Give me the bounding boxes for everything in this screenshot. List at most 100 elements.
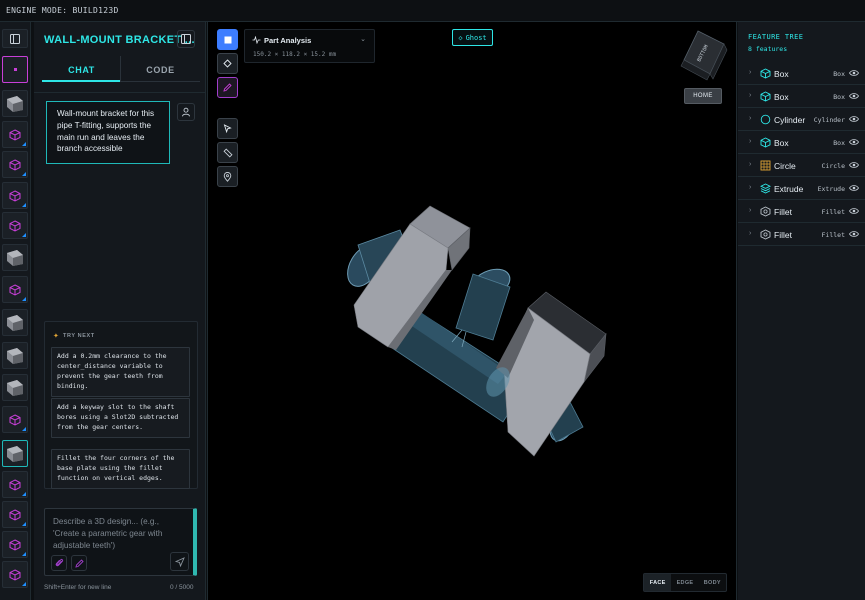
- bracket-3d-model[interactable]: [328, 192, 618, 462]
- pin-tool-button[interactable]: [217, 166, 238, 187]
- chevron-right-icon[interactable]: ›: [749, 184, 751, 191]
- select-tool-button[interactable]: [217, 118, 238, 139]
- feature-name: Fillet: [774, 207, 792, 217]
- wireframe-view-button[interactable]: [217, 53, 238, 74]
- attach-button[interactable]: [51, 555, 67, 571]
- eye-icon[interactable]: [849, 207, 859, 215]
- feature-row[interactable]: › Extrude Extrude: [738, 177, 865, 200]
- paperclip-icon: [55, 559, 63, 567]
- eye-icon[interactable]: [849, 161, 859, 169]
- mode-body[interactable]: BODY: [699, 574, 726, 591]
- view-cube[interactable]: BOTTOM: [676, 28, 730, 82]
- feature-type: Extrude: [817, 185, 845, 193]
- cube-icon: [760, 91, 771, 102]
- feature-count: 8 features: [748, 45, 788, 53]
- history-thumbnail[interactable]: [2, 212, 28, 239]
- feature-row[interactable]: › Cylinder Cylinder: [738, 108, 865, 131]
- sidebar-toggle-icon: [10, 33, 20, 44]
- history-thumbnail[interactable]: [2, 309, 28, 336]
- history-thumbnail[interactable]: [2, 374, 28, 401]
- chevron-right-icon[interactable]: ›: [749, 207, 751, 214]
- part-preview-icon: [7, 314, 23, 331]
- history-thumbnail[interactable]: [2, 471, 28, 498]
- chevron-right-icon[interactable]: ›: [749, 115, 751, 122]
- suggestion-card[interactable]: Add a keyway slot to the shaft bores usi…: [51, 398, 190, 438]
- history-thumbnail[interactable]: [2, 56, 28, 83]
- chat-code-tabs: CHAT CODE: [42, 56, 200, 82]
- eye-icon[interactable]: [849, 138, 859, 146]
- gear-icon: [760, 229, 771, 240]
- solid-view-button[interactable]: [217, 29, 238, 50]
- chevron-right-icon[interactable]: ›: [749, 69, 751, 76]
- history-thumbnail[interactable]: [2, 244, 28, 271]
- sketch-button[interactable]: [71, 555, 87, 571]
- eye-icon[interactable]: [849, 184, 859, 192]
- cube-icon: [760, 68, 771, 79]
- history-thumbnail[interactable]: [2, 561, 28, 588]
- chevron-right-icon[interactable]: ›: [749, 92, 751, 99]
- status-marker: [22, 297, 26, 301]
- ghost-toggle-button[interactable]: ◇ Ghost: [452, 29, 493, 46]
- try-next-label: TRY NEXT: [63, 333, 95, 339]
- feature-name: Cylinder: [774, 115, 806, 125]
- feature-row[interactable]: › Circle Circle: [738, 154, 865, 177]
- feature-row[interactable]: › Fillet Fillet: [738, 223, 865, 246]
- feature-name: Fillet: [774, 230, 792, 240]
- tab-chat[interactable]: CHAT: [42, 56, 121, 82]
- eye-icon[interactable]: [849, 92, 859, 100]
- feature-type: Box: [833, 70, 845, 78]
- chevron-right-icon[interactable]: ›: [749, 161, 751, 168]
- history-thumbnail[interactable]: [2, 276, 28, 303]
- history-thumbnail[interactable]: [2, 182, 28, 209]
- history-thumbnail[interactable]: [2, 342, 28, 369]
- activity-icon: [252, 36, 261, 44]
- feature-name: Circle: [774, 161, 796, 171]
- feature-name: Box: [774, 69, 789, 79]
- tab-code[interactable]: CODE: [121, 56, 200, 82]
- eye-icon[interactable]: [849, 230, 859, 238]
- mode-face[interactable]: FACE: [644, 574, 672, 591]
- try-next-suggestions: ✦ TRY NEXT Add a 0.2mm clearance to the …: [44, 321, 198, 489]
- draw-tool-button[interactable]: [217, 77, 238, 98]
- status-marker: [22, 522, 26, 526]
- 3d-viewport[interactable]: Part Analysis ⌄ 150.2 × 118.2 × 15.2 mm …: [207, 22, 737, 600]
- status-marker: [22, 582, 26, 586]
- feature-row[interactable]: › Box Box: [738, 131, 865, 154]
- part-preview-icon: [7, 347, 23, 364]
- chevron-right-icon[interactable]: ›: [749, 138, 751, 145]
- feature-type: Fillet: [821, 208, 845, 216]
- engine-mode-label: ENGINE MODE: BUILD123D: [6, 6, 119, 15]
- measure-tool-button[interactable]: [217, 142, 238, 163]
- home-view-button[interactable]: HOME: [684, 88, 722, 104]
- suggestion-card[interactable]: Fillet the four corners of the base plat…: [51, 449, 190, 489]
- feature-row[interactable]: › Box Box: [738, 85, 865, 108]
- chat-panel: WALL-MOUNT BRACKET ... CHAT CODE Wall-mo…: [34, 22, 206, 600]
- part-analysis-panel[interactable]: Part Analysis ⌄ 150.2 × 118.2 × 15.2 mm: [244, 29, 375, 63]
- ghost-label: Ghost: [465, 33, 487, 42]
- eye-icon[interactable]: [849, 115, 859, 123]
- prompt-composer[interactable]: Describe a 3D design... (e.g., 'Create a…: [44, 508, 197, 576]
- prompt-input[interactable]: Describe a 3D design... (e.g., 'Create a…: [53, 516, 175, 551]
- feature-row[interactable]: › Fillet Fillet: [738, 200, 865, 223]
- history-thumbnail[interactable]: [2, 440, 28, 467]
- chevron-down-icon[interactable]: ⌄: [360, 35, 366, 43]
- send-button[interactable]: [170, 552, 189, 571]
- feature-tree-title: FEATURE TREE: [748, 33, 804, 41]
- chevron-right-icon[interactable]: ›: [749, 230, 751, 237]
- eye-icon[interactable]: [849, 69, 859, 77]
- mode-edge[interactable]: EDGE: [671, 574, 698, 591]
- history-thumbnail[interactable]: [2, 90, 28, 117]
- toggle-sidebar-button[interactable]: [2, 29, 28, 48]
- history-thumbnail[interactable]: [2, 151, 28, 178]
- status-marker: [22, 233, 26, 237]
- collapse-panel-button[interactable]: [177, 30, 195, 48]
- history-thumbnail[interactable]: [2, 531, 28, 558]
- history-thumbnail[interactable]: [2, 406, 28, 433]
- cube-icon: [9, 219, 21, 232]
- square-icon: [224, 36, 231, 43]
- history-thumbnail[interactable]: [2, 501, 28, 528]
- history-thumbnail[interactable]: [2, 121, 28, 148]
- feature-name: Box: [774, 92, 789, 102]
- suggestion-card[interactable]: Add a 0.2mm clearance to the center_dist…: [51, 347, 190, 397]
- feature-row[interactable]: › Box Box: [738, 62, 865, 85]
